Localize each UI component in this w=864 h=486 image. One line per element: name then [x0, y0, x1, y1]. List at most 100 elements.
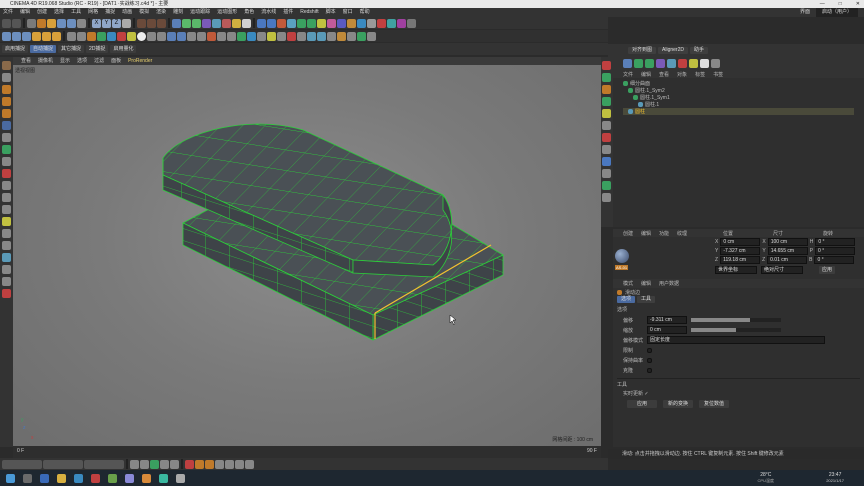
tool-icon-12[interactable]	[187, 31, 196, 41]
maximize-button[interactable]: □	[839, 0, 842, 8]
frame-range-field[interactable]	[43, 459, 83, 469]
scale-icon[interactable]	[57, 18, 66, 28]
cinema4d-taskbar-icon[interactable]	[176, 473, 185, 483]
viewport-menu-camera[interactable]: 摄像机	[38, 57, 53, 65]
2d-snap-button[interactable]: 2D捕捉	[86, 45, 109, 53]
menu-pipeline[interactable]: 流水线	[261, 8, 276, 17]
right-tool-icon-5[interactable]	[602, 109, 611, 118]
plugin-icon-2[interactable]	[267, 18, 276, 28]
key-pos-icon[interactable]	[215, 459, 224, 469]
plugin-icon-3[interactable]	[277, 18, 286, 28]
loop-icon[interactable]	[2, 265, 11, 274]
goto-start-icon[interactable]	[130, 459, 139, 469]
om-menu-bookmarks[interactable]: 书签	[713, 71, 723, 78]
tool-icon-18[interactable]	[247, 31, 256, 41]
knife-icon[interactable]	[2, 193, 11, 202]
mat-menu-edit[interactable]: 编辑	[641, 230, 651, 237]
menu-file[interactable]: 文件	[3, 8, 13, 17]
plugin-icon-4[interactable]	[287, 18, 296, 28]
tool-icon-30[interactable]	[367, 31, 376, 41]
menu-motion-tracking[interactable]: 运动跟踪	[190, 8, 210, 17]
tool-icon-25[interactable]	[317, 31, 326, 41]
plugin-icon-9[interactable]	[337, 18, 346, 28]
tool-icon-9[interactable]	[157, 31, 166, 41]
tab-aligner2d[interactable]: Aligner2D	[658, 47, 688, 54]
scale-slider[interactable]	[691, 328, 781, 332]
menu-plugins[interactable]: 插件	[283, 8, 293, 17]
menu-tools[interactable]: 工具	[71, 8, 81, 17]
taskbar-app-icon-3[interactable]	[108, 473, 117, 483]
tool-icon-19[interactable]	[257, 31, 266, 41]
menu-mesh[interactable]: 网格	[88, 8, 98, 17]
menu-redshift[interactable]: Redshift	[300, 8, 318, 17]
extrude-icon[interactable]	[2, 205, 11, 214]
om-cube-icon[interactable]	[623, 59, 632, 68]
tool-icon-2[interactable]	[77, 31, 86, 41]
pen-spline-icon[interactable]	[182, 18, 191, 28]
menu-character[interactable]: 角色	[244, 8, 254, 17]
x-axis-lock[interactable]: X	[92, 18, 101, 28]
tool-icon-7[interactable]	[127, 31, 136, 41]
plugin-icon-1[interactable]	[257, 18, 266, 28]
menu-help[interactable]: 帮助	[360, 8, 370, 17]
plugin-icon-10[interactable]	[347, 18, 356, 28]
tab-align-to-image[interactable]: 对齐到图	[628, 47, 657, 54]
menu-edit[interactable]: 编辑	[20, 8, 30, 17]
windows-start-icon[interactable]	[6, 473, 15, 483]
redo-icon[interactable]	[12, 18, 21, 28]
plugin-icon-8[interactable]	[327, 18, 336, 28]
right-tool-icon-11[interactable]	[602, 181, 611, 190]
render-picture-viewer-icon[interactable]	[147, 18, 156, 28]
taskbar-app-icon-6[interactable]	[159, 473, 168, 483]
recent-tools-icon[interactable]	[77, 18, 86, 28]
mat-menu-texture[interactable]: 纹理	[677, 230, 687, 237]
right-tool-icon-3[interactable]	[602, 85, 611, 94]
om-mograph-icon[interactable]	[656, 59, 665, 68]
rot-b-field[interactable]: 0 °	[814, 256, 855, 264]
tool-icon-4[interactable]	[97, 31, 106, 41]
viewport-menu-panel[interactable]: 面板	[111, 57, 121, 65]
close-button[interactable]: ✕	[856, 0, 860, 8]
apply-button[interactable]: 应用	[819, 266, 836, 274]
menu-sculpt[interactable]: 雕刻	[173, 8, 183, 17]
perspective-viewport[interactable]: 透视视图 y z x 网格间距 : 100 cm	[13, 65, 601, 446]
attr-menu-edit[interactable]: 编辑	[641, 280, 651, 287]
texture-mode-icon[interactable]	[12, 31, 21, 41]
tool-icon-27[interactable]	[337, 31, 346, 41]
om-camera-icon[interactable]	[689, 59, 698, 68]
rot-h-field[interactable]: 0 °	[815, 238, 856, 246]
layout-dropdown[interactable]: 启动（用户）	[815, 8, 858, 17]
slide-icon[interactable]	[2, 277, 11, 286]
offset-slider[interactable]	[691, 318, 781, 322]
other-snap-button[interactable]: 其它捕捉	[58, 45, 85, 53]
menu-animate[interactable]: 动画	[122, 8, 132, 17]
tool-icon-26[interactable]	[327, 31, 336, 41]
polygons-mode-icon[interactable]	[52, 31, 61, 41]
pos-y-field[interactable]: -7.327 cm	[720, 247, 761, 255]
right-tool-icon-4[interactable]	[602, 97, 611, 106]
magnet-icon[interactable]	[2, 169, 11, 178]
goto-end-icon[interactable]	[170, 459, 179, 469]
tab-options[interactable]: 选项	[617, 296, 636, 303]
coordinate-system-icon[interactable]	[122, 18, 131, 28]
subdivision-icon[interactable]	[192, 18, 201, 28]
render-settings-icon[interactable]	[157, 18, 166, 28]
make-editable-icon[interactable]	[2, 61, 11, 70]
tool-icon-1[interactable]	[67, 31, 76, 41]
axis-icon[interactable]	[2, 133, 11, 142]
om-deformer-icon[interactable]	[667, 59, 676, 68]
om-menu-edit[interactable]: 编辑	[641, 71, 651, 78]
tool-icon-11[interactable]	[177, 31, 186, 41]
scale-field[interactable]: 0 cm	[647, 326, 687, 334]
realtime-update-checkbox[interactable]: 实时更新 ✓	[623, 390, 649, 397]
menu-create[interactable]: 创建	[37, 8, 47, 17]
next-key-icon[interactable]	[160, 459, 169, 469]
autokey-icon[interactable]	[195, 459, 204, 469]
edges-mode-icon[interactable]	[42, 31, 51, 41]
mat-menu-create[interactable]: 创建	[623, 230, 633, 237]
tool-icon-23[interactable]	[297, 31, 306, 41]
right-tool-icon-9[interactable]	[602, 157, 611, 166]
smooth-icon[interactable]	[2, 253, 11, 262]
om-menu-objects[interactable]: 对象	[677, 71, 687, 78]
model-mode-icon[interactable]	[2, 31, 11, 41]
